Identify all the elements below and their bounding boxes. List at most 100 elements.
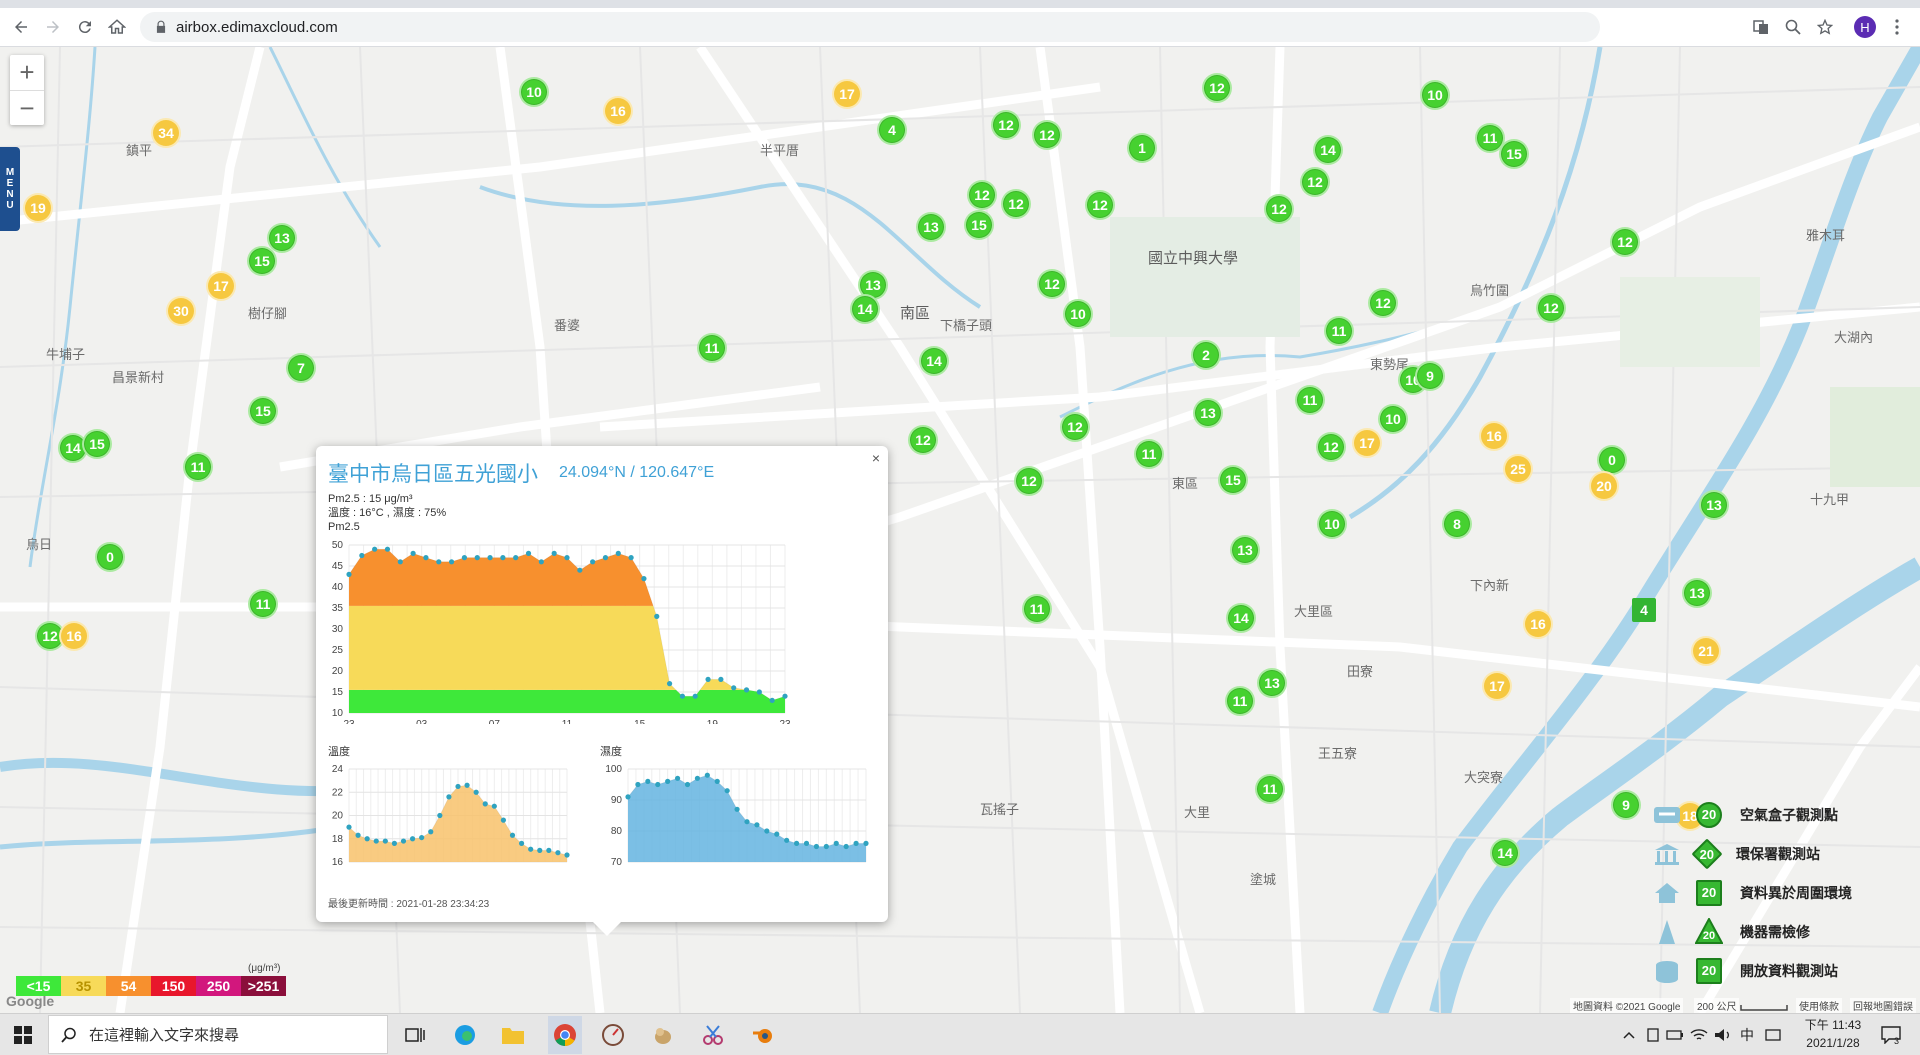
- blender-app[interactable]: [750, 1022, 776, 1048]
- map-scale-label[interactable]: 200 公尺: [1694, 998, 1740, 1013]
- tray-volume-button[interactable]: [1710, 1022, 1736, 1048]
- sensor-marker[interactable]: 17: [206, 271, 236, 301]
- clock-app[interactable]: [600, 1022, 626, 1048]
- sensor-marker[interactable]: 12: [908, 425, 938, 455]
- sensor-marker[interactable]: 16: [59, 621, 89, 651]
- sensor-marker[interactable]: 14: [1226, 603, 1256, 633]
- sensor-marker[interactable]: 12: [1536, 293, 1566, 323]
- sensor-marker[interactable]: 7: [286, 353, 316, 383]
- sensor-marker[interactable]: 13: [1682, 578, 1712, 608]
- sensor-marker[interactable]: 12: [1037, 269, 1067, 299]
- menu-tab[interactable]: M E N U: [0, 147, 20, 231]
- sensor-marker[interactable]: 1: [1127, 133, 1157, 163]
- sensor-marker[interactable]: 14: [850, 294, 880, 324]
- tray-expand-button[interactable]: [1616, 1022, 1642, 1048]
- sensor-marker[interactable]: 12: [1001, 189, 1031, 219]
- sensor-marker[interactable]: 13: [1699, 490, 1729, 520]
- sensor-marker[interactable]: 21: [1691, 636, 1721, 666]
- sensor-marker[interactable]: 11: [1225, 686, 1255, 716]
- start-button[interactable]: [10, 1022, 36, 1048]
- sensor-marker[interactable]: 4: [877, 115, 907, 145]
- sensor-marker[interactable]: 12: [1085, 190, 1115, 220]
- sensor-marker[interactable]: 13: [916, 212, 946, 242]
- sensor-marker[interactable]: 9: [1611, 790, 1641, 820]
- sensor-marker[interactable]: 10: [519, 77, 549, 107]
- sensor-marker[interactable]: 20: [1589, 471, 1619, 501]
- profile-avatar[interactable]: H: [1854, 16, 1876, 38]
- snip-app[interactable]: [700, 1022, 726, 1048]
- tray-wifi-button[interactable]: [1686, 1022, 1712, 1048]
- sensor-marker[interactable]: 11: [697, 333, 727, 363]
- sensor-marker[interactable]: 12: [1264, 194, 1294, 224]
- home-button[interactable]: [104, 14, 130, 40]
- sensor-marker[interactable]: 15: [964, 210, 994, 240]
- translate-button[interactable]: [1748, 14, 1774, 40]
- bookmark-star-button[interactable]: [1812, 14, 1838, 40]
- report-error-link[interactable]: 回報地圖錯誤: [1850, 998, 1916, 1013]
- map-canvas[interactable]: 國立中興大學 南區 下橋子頭 番婆 樹仔腳 牛埔子 昌景新村 烏日 鎮平 半平厝 東勢尾 烏竹圍 雅木耳…: [0, 47, 1920, 1013]
- sensor-marker[interactable]: 11: [1022, 594, 1052, 624]
- sensor-marker[interactable]: 10: [1063, 299, 1093, 329]
- ime-indicator[interactable]: 中: [1734, 1022, 1760, 1048]
- back-button[interactable]: [8, 14, 34, 40]
- sensor-marker[interactable]: 13: [1257, 668, 1287, 698]
- task-view-button[interactable]: [402, 1022, 428, 1048]
- sensor-marker[interactable]: 12: [1032, 120, 1062, 150]
- tray-keyboard-button[interactable]: [1760, 1022, 1786, 1048]
- browser-menu-button[interactable]: [1884, 14, 1910, 40]
- sensor-marker[interactable]: 12: [1368, 288, 1398, 318]
- sensor-marker[interactable]: 13: [1193, 398, 1223, 428]
- sensor-marker[interactable]: 4: [1632, 598, 1656, 622]
- notification-center-button[interactable]: 3: [1878, 1022, 1904, 1048]
- sensor-marker[interactable]: 10: [1317, 509, 1347, 539]
- sensor-marker[interactable]: 30: [166, 296, 196, 326]
- sensor-marker[interactable]: 15: [247, 246, 277, 276]
- sensor-marker[interactable]: 12: [1300, 167, 1330, 197]
- sensor-marker[interactable]: 9: [1415, 361, 1445, 391]
- sensor-marker[interactable]: 16: [603, 96, 633, 126]
- sensor-marker[interactable]: 12: [1060, 412, 1090, 442]
- sensor-marker[interactable]: 0: [95, 542, 125, 572]
- sensor-marker[interactable]: 12: [1316, 432, 1346, 462]
- sensor-marker[interactable]: 11: [248, 589, 278, 619]
- sensor-marker[interactable]: 10: [1378, 404, 1408, 434]
- sensor-marker[interactable]: 17: [832, 79, 862, 109]
- sensor-marker[interactable]: 14: [919, 346, 949, 376]
- sensor-marker[interactable]: 12: [991, 110, 1021, 140]
- sensor-marker[interactable]: 15: [1218, 465, 1248, 495]
- sensor-marker[interactable]: 25: [1503, 454, 1533, 484]
- sensor-marker[interactable]: 16: [1523, 609, 1553, 639]
- sensor-marker[interactable]: 15: [248, 396, 278, 426]
- sensor-marker[interactable]: 14: [1490, 838, 1520, 868]
- sensor-marker[interactable]: 34: [151, 118, 181, 148]
- zoom-out-button[interactable]: −: [10, 91, 44, 126]
- file-explorer-app[interactable]: [500, 1022, 526, 1048]
- sensor-marker[interactable]: 11: [1134, 439, 1164, 469]
- sensor-marker[interactable]: 12: [1610, 227, 1640, 257]
- chrome-app[interactable]: [548, 1016, 582, 1054]
- sensor-marker[interactable]: 11: [1295, 385, 1325, 415]
- sensor-marker[interactable]: 19: [23, 193, 53, 223]
- sensor-marker[interactable]: 11: [183, 452, 213, 482]
- terms-link[interactable]: 使用條款: [1796, 998, 1842, 1013]
- sensor-marker[interactable]: 2: [1191, 340, 1221, 370]
- taskbar-search[interactable]: 在這裡輸入文字來搜尋: [48, 1015, 388, 1054]
- reload-button[interactable]: [72, 14, 98, 40]
- sensor-marker[interactable]: 8: [1442, 509, 1472, 539]
- sensor-marker[interactable]: 11: [1324, 316, 1354, 346]
- taskbar-clock[interactable]: 下午 11:43 2021/1/28: [1796, 1016, 1870, 1052]
- map-data-attribution[interactable]: 地圖資料 ©2021 Google: [1570, 998, 1684, 1013]
- tray-battery-button[interactable]: [1662, 1022, 1688, 1048]
- sensor-marker[interactable]: 16: [1479, 421, 1509, 451]
- sensor-marker[interactable]: 14: [1313, 135, 1343, 165]
- pet-app[interactable]: [650, 1022, 676, 1048]
- popup-close-button[interactable]: ×: [872, 450, 880, 466]
- sensor-marker[interactable]: 15: [82, 429, 112, 459]
- sensor-marker[interactable]: 17: [1352, 428, 1382, 458]
- sensor-marker[interactable]: 12: [1202, 73, 1232, 103]
- sensor-marker[interactable]: 10: [1420, 80, 1450, 110]
- sensor-marker[interactable]: 17: [1482, 671, 1512, 701]
- sensor-marker[interactable]: 12: [967, 180, 997, 210]
- zoom-in-button[interactable]: +: [10, 55, 44, 91]
- address-bar[interactable]: airbox.edimaxcloud.com: [140, 12, 1600, 42]
